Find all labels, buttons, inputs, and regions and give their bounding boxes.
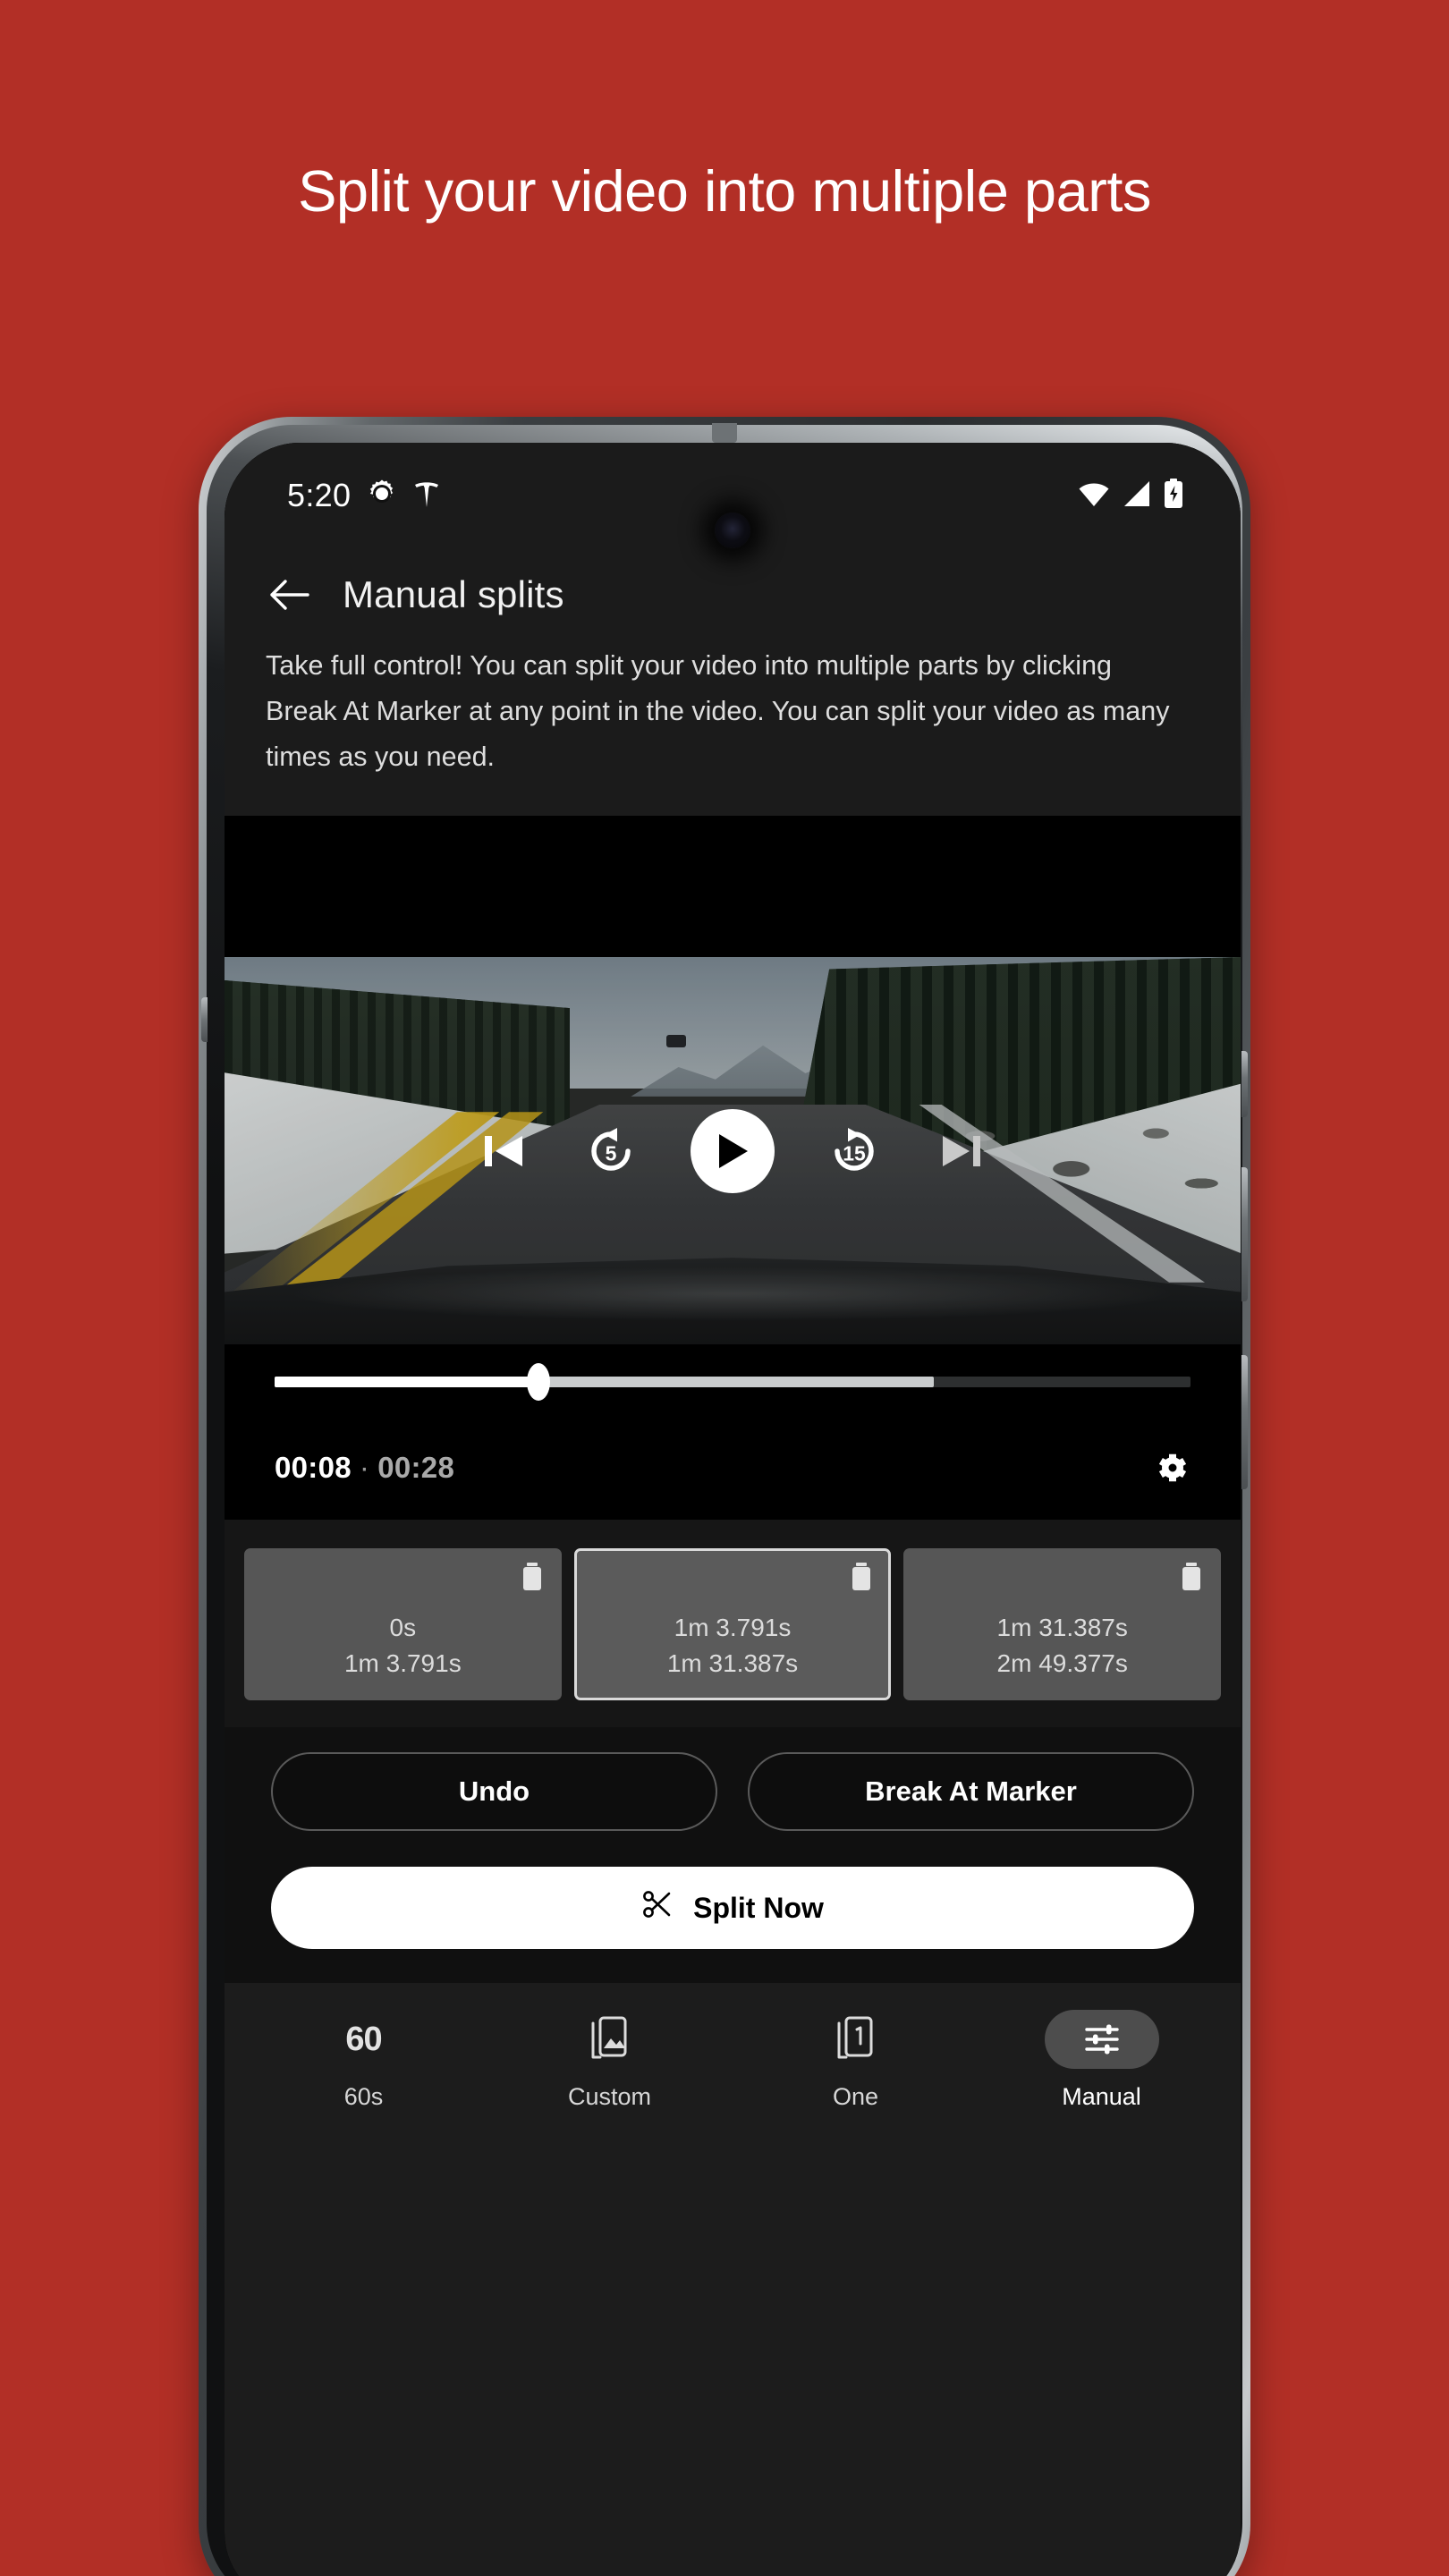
- segment-card[interactable]: 0s 1m 3.791s: [244, 1548, 562, 1700]
- side-button-top[interactable]: [1241, 1051, 1248, 1117]
- seekbar-progress: [275, 1377, 538, 1387]
- status-bar-right: [1078, 478, 1183, 513]
- nav-item-60s[interactable]: 60 60s: [280, 2010, 448, 2111]
- app-bar: Manual splits: [225, 548, 1241, 623]
- segment-card[interactable]: 1m 3.791s 1m 31.387s: [573, 1548, 892, 1700]
- video-player[interactable]: 5 15: [225, 957, 1241, 1344]
- segment-end-time: 2m 49.377s: [996, 1649, 1128, 1677]
- undo-button[interactable]: Undo: [271, 1752, 717, 1831]
- playback-time: 00:08 · 00:28: [275, 1451, 454, 1485]
- time-row: 00:08 · 00:28: [225, 1414, 1241, 1520]
- phone-bezel: Manual splits Take full control! You can…: [201, 423, 1248, 2576]
- app-root: Manual splits Take full control! You can…: [225, 443, 1241, 2576]
- promo-headline: Split your video into multiple parts: [298, 158, 1151, 224]
- status-clock: 5:20: [287, 477, 352, 513]
- content-spacer: [225, 816, 1241, 957]
- phone-frame: Manual splits Take full control! You can…: [199, 417, 1250, 2576]
- delete-segment-icon[interactable]: [849, 1562, 874, 1597]
- skip-previous-icon[interactable]: [476, 1123, 531, 1179]
- segment-card[interactable]: 1m 31.387s 2m 49.377s: [903, 1548, 1222, 1700]
- side-button-power[interactable]: [1241, 1167, 1248, 1301]
- nav-label: 60s: [343, 2083, 384, 2110]
- side-button-left[interactable]: [201, 997, 208, 1042]
- back-arrow-icon[interactable]: [266, 572, 312, 618]
- seekbar-row: [225, 1344, 1241, 1414]
- gear-icon[interactable]: [1151, 1446, 1194, 1489]
- time-separator: ·: [359, 1451, 370, 1484]
- battery-charging-icon: [1164, 478, 1183, 513]
- forward-15-icon[interactable]: 15: [821, 1118, 887, 1184]
- delete-segment-icon[interactable]: [1179, 1562, 1204, 1597]
- video-seekbar[interactable]: [275, 1363, 1191, 1401]
- page-title: Manual splits: [343, 573, 564, 615]
- cellular-signal-icon: [1123, 480, 1151, 512]
- wifi-icon: [1078, 480, 1110, 512]
- break-at-marker-button[interactable]: Break At Marker: [748, 1752, 1194, 1831]
- nav-label: Manual: [1062, 2083, 1141, 2110]
- one-page-icon: [799, 2010, 913, 2069]
- split-now-label: Split Now: [693, 1891, 824, 1924]
- replay-5-icon[interactable]: 5: [578, 1118, 644, 1184]
- side-button-volume[interactable]: [1241, 1355, 1248, 1489]
- nav-label: One: [832, 2083, 879, 2110]
- phone-screen: Manual splits Take full control! You can…: [225, 443, 1241, 2576]
- segment-start-time: 0s: [389, 1614, 417, 1641]
- delete-segment-icon[interactable]: [520, 1562, 545, 1597]
- seekbar-thumb[interactable]: [526, 1363, 550, 1401]
- segment-end-time: 1m 31.387s: [666, 1649, 799, 1677]
- custom-image-icon: [553, 2010, 667, 2069]
- tesla-icon: [413, 479, 440, 513]
- feature-description: Take full control! You can split your vi…: [266, 650, 1170, 772]
- bottom-navigation: 60 60s Custom One Manual: [225, 1983, 1241, 2576]
- sliders-icon: [1044, 2010, 1159, 2069]
- play-button[interactable]: [691, 1108, 775, 1193]
- split-now-row: Split Now: [225, 1831, 1241, 1983]
- front-camera: [715, 513, 750, 548]
- split-now-button[interactable]: Split Now: [271, 1867, 1194, 1949]
- segments-area: 0s 1m 3.791s 1m 3.791s 1m 31.387s 1m 31.…: [225, 1520, 1241, 1727]
- skip-next-icon[interactable]: [934, 1123, 989, 1179]
- nav-item-one[interactable]: One: [772, 2010, 940, 2111]
- scissors-icon: [641, 1888, 674, 1928]
- segment-start-time: 1m 31.387s: [996, 1614, 1128, 1641]
- current-time: 00:08: [275, 1451, 352, 1484]
- android-auto-icon: [367, 479, 397, 513]
- segment-end-time: 1m 3.791s: [343, 1649, 462, 1677]
- nav-item-manual[interactable]: Manual: [1018, 2010, 1186, 2111]
- segments-list: 0s 1m 3.791s 1m 3.791s 1m 31.387s 1m 31.…: [225, 1548, 1241, 1700]
- action-button-row: Undo Break At Marker: [225, 1727, 1241, 1831]
- nav-label: Custom: [567, 2083, 652, 2110]
- status-bar-left: 5:20: [287, 477, 440, 514]
- nav-item-custom[interactable]: Custom: [526, 2010, 694, 2111]
- total-time: 00:28: [377, 1451, 455, 1484]
- player-controls: 5 15: [225, 957, 1241, 1344]
- earpiece-speaker: [712, 423, 737, 443]
- sixty-seconds-icon: 60: [345, 2020, 382, 2058]
- segment-start-time: 1m 3.791s: [674, 1614, 792, 1641]
